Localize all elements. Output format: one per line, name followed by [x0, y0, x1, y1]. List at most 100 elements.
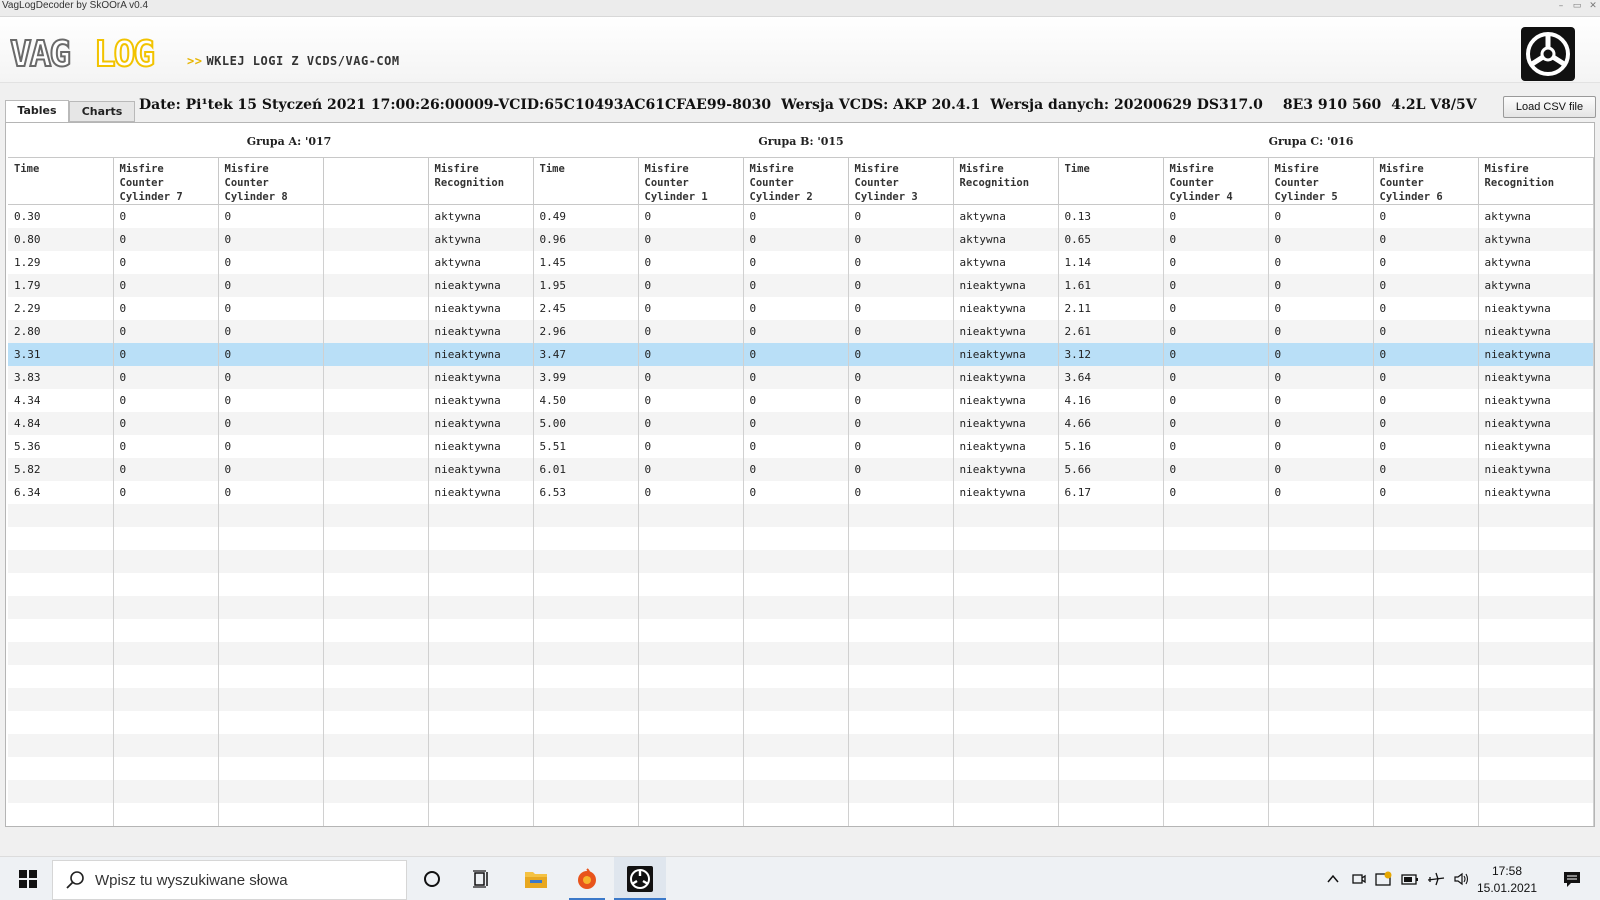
column-header[interactable]: Misfire Counter Cylinder 2: [743, 157, 849, 205]
table-row-empty[interactable]: [8, 710, 1594, 734]
column-header-line2: Cylinder 4: [1169, 191, 1233, 203]
table-cell: 3.47: [533, 342, 639, 366]
table-cell: nieaktywna: [953, 273, 1059, 297]
table-cell: 0: [743, 365, 849, 389]
maximize-button[interactable]: ▭: [1572, 0, 1582, 12]
table-row-empty[interactable]: [8, 526, 1594, 550]
table-row-empty[interactable]: [8, 779, 1594, 803]
table-row-empty[interactable]: [8, 572, 1594, 596]
table-cell: 0: [1163, 319, 1269, 343]
table-row[interactable]: 3.83 0 0 nieaktywna 3.99 0 0 0 nieaktywna 3.64 0 0 0…: [8, 365, 1594, 389]
table-row[interactable]: 4.84 0 0 nieaktywna 5.00 0 0 0 nieaktywna 4.66 0 0 0…: [8, 411, 1594, 435]
table-row-empty[interactable]: [8, 641, 1594, 665]
table-cell: [113, 641, 219, 665]
column-header[interactable]: [323, 157, 429, 205]
table-cell: [743, 618, 849, 642]
battery-icon[interactable]: [1401, 871, 1419, 887]
table-cell: [638, 641, 744, 665]
column-header[interactable]: Misfire Recognition: [428, 157, 534, 205]
security-center-icon[interactable]: [1375, 871, 1393, 887]
taskbar-clock[interactable]: 17:58 15.01.2021: [1462, 863, 1552, 897]
taskbar-browser[interactable]: [565, 857, 609, 900]
table-row-empty[interactable]: [8, 687, 1594, 711]
table-row-empty[interactable]: [8, 802, 1594, 826]
table-cell: [1058, 779, 1164, 803]
table-row[interactable]: 4.34 0 0 nieaktywna 4.50 0 0 0 nieaktywna 4.16 0 0 0…: [8, 388, 1594, 412]
table-cell: 0: [113, 204, 219, 228]
load-csv-button[interactable]: Load CSV file: [1503, 96, 1596, 118]
table-cell: 0: [1373, 227, 1479, 251]
minimize-button[interactable]: –: [1556, 0, 1566, 12]
column-header[interactable]: Misfire Counter Cylinder 4: [1163, 157, 1269, 205]
taskbar-explorer[interactable]: [514, 857, 558, 900]
table-row[interactable]: 1.79 0 0 nieaktywna 1.95 0 0 0 nieaktywna 1.61 0 0 0…: [8, 273, 1594, 297]
table-row[interactable]: 0.30 0 0 aktywna 0.49 0 0 0 aktywna 0.13 0 0 0 aktywn…: [8, 204, 1594, 228]
table-cell: [1478, 802, 1594, 826]
log-date: Date: Pi¹tek 15 Styczeń 2021 17:00:26:00…: [139, 97, 772, 113]
table-cell: [113, 733, 219, 757]
column-header[interactable]: Time: [1058, 157, 1164, 205]
tab-tables[interactable]: Tables: [5, 100, 69, 123]
taskbar-search-box[interactable]: Wpisz tu wyszukiwane słowa: [52, 860, 407, 900]
table-cell: [428, 503, 534, 527]
meet-now-icon[interactable]: [1351, 871, 1367, 887]
table-row[interactable]: 0.80 0 0 aktywna 0.96 0 0 0 aktywna 0.65 0 0 0 aktywn…: [8, 227, 1594, 251]
notifications-button[interactable]: [1552, 857, 1592, 900]
column-header[interactable]: Misfire Counter Cylinder 8: [218, 157, 324, 205]
column-header[interactable]: Misfire Recognition: [953, 157, 1059, 205]
table-cell: 0.13: [1058, 204, 1164, 228]
table-cell: nieaktywna: [428, 342, 534, 366]
column-header[interactable]: Misfire Recognition: [1478, 157, 1594, 205]
cortana-button[interactable]: [412, 857, 452, 900]
table-row[interactable]: 2.80 0 0 nieaktywna 2.96 0 0 0 nieaktywna 2.61 0 0 0…: [8, 319, 1594, 343]
table-cell: [1058, 595, 1164, 619]
column-header[interactable]: Time: [8, 157, 114, 205]
column-header[interactable]: Misfire Counter Cylinder 7: [113, 157, 219, 205]
table-cell: 0: [1373, 480, 1479, 504]
tables-panel: Grupa A: '017 Grupa B: '015 Grupa C: '01…: [5, 122, 1595, 827]
table-row[interactable]: 5.82 0 0 nieaktywna 6.01 0 0 0 nieaktywna 5.66 0 0 0…: [8, 457, 1594, 481]
table-row[interactable]: 2.29 0 0 nieaktywna 2.45 0 0 0 nieaktywna 2.11 0 0 0…: [8, 296, 1594, 320]
table-row[interactable]: 6.34 0 0 nieaktywna 6.53 0 0 0 nieaktywna 6.17 0 0 0…: [8, 480, 1594, 504]
table-cell: 1.29: [8, 250, 114, 274]
table-cell: 0: [113, 365, 219, 389]
table-cell: 0: [1163, 204, 1269, 228]
start-button[interactable]: [8, 857, 48, 900]
close-button[interactable]: ✕: [1588, 0, 1598, 12]
table-cell: [1163, 526, 1269, 550]
task-view-button[interactable]: [462, 857, 502, 900]
table-cell: 0.30: [8, 204, 114, 228]
table-cell: [323, 802, 429, 826]
chevron-up-icon[interactable]: [1325, 871, 1341, 887]
table-cell: [428, 618, 534, 642]
column-header[interactable]: Misfire Counter Cylinder 3: [848, 157, 954, 205]
table-row-empty[interactable]: [8, 618, 1594, 642]
column-header[interactable]: Misfire Counter Cylinder 5: [1268, 157, 1374, 205]
table-cell: 1.45: [533, 250, 639, 274]
table-cell: 0: [1163, 434, 1269, 458]
table-cell: [218, 687, 324, 711]
table-row-empty[interactable]: [8, 503, 1594, 527]
taskbar-vaglog[interactable]: [614, 857, 666, 900]
table-cell: 0: [1373, 319, 1479, 343]
tab-charts[interactable]: Charts: [69, 101, 135, 122]
table-cell: nieaktywna: [1478, 342, 1594, 366]
table-cell: [1373, 733, 1479, 757]
table-row-empty[interactable]: [8, 733, 1594, 757]
table-row[interactable]: 3.31 0 0 nieaktywna 3.47 0 0 0 nieaktywna 3.12 0 0 0…: [8, 342, 1594, 366]
table-cell: aktywna: [1478, 273, 1594, 297]
table-cell: [218, 710, 324, 734]
table-row[interactable]: 5.36 0 0 nieaktywna 5.51 0 0 0 nieaktywna 5.16 0 0 0…: [8, 434, 1594, 458]
table-cell: nieaktywna: [1478, 388, 1594, 412]
column-header[interactable]: Misfire Counter Cylinder 6: [1373, 157, 1479, 205]
table-row[interactable]: 1.29 0 0 aktywna 1.45 0 0 0 aktywna 1.14 0 0 0 aktywn…: [8, 250, 1594, 274]
table-row-empty[interactable]: [8, 756, 1594, 780]
table-row-empty[interactable]: [8, 595, 1594, 619]
column-header[interactable]: Time: [533, 157, 639, 205]
table-cell: nieaktywna: [428, 480, 534, 504]
table-cell: aktywna: [1478, 204, 1594, 228]
table-row-empty[interactable]: [8, 664, 1594, 688]
table-row-empty[interactable]: [8, 549, 1594, 573]
column-header[interactable]: Misfire Counter Cylinder 1: [638, 157, 744, 205]
airplane-mode-icon[interactable]: [1427, 871, 1445, 887]
